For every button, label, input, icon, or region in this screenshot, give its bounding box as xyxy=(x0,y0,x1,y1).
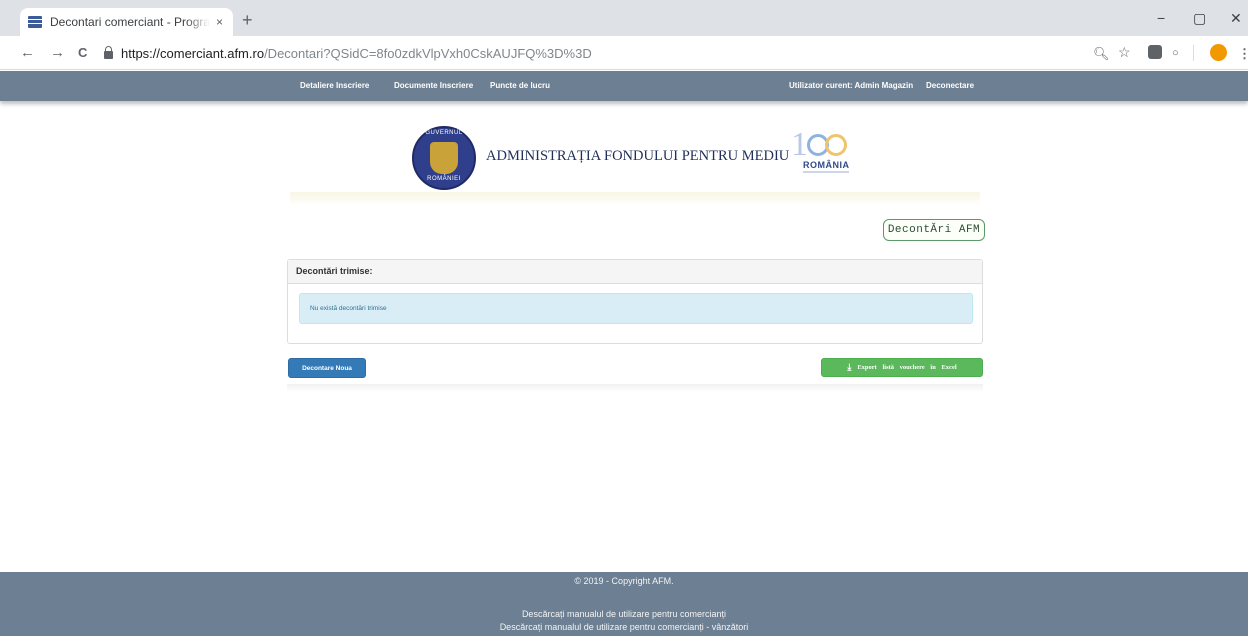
profile-icon[interactable] xyxy=(1210,44,1227,61)
url-path: /Decontari?QSidC=8fo0zdkVlpVxh0CskAUJFQ%… xyxy=(264,45,592,61)
extension-icon[interactable] xyxy=(1148,45,1162,59)
decontari-afm-badge[interactable]: DecontĂri AFM xyxy=(883,219,985,241)
organization-name: ADMINISTRAȚIA FONDULUI PENTRU MEDIU xyxy=(486,148,790,164)
tab-title: Decontari comerciant - Programul xyxy=(50,15,210,29)
crest-top-text: GUVERNUL xyxy=(425,130,463,136)
download-icon: ⤓ xyxy=(847,362,852,373)
maximize-button[interactable]: ▢ xyxy=(1193,10,1206,27)
reload-button[interactable]: C xyxy=(78,45,87,60)
government-crest-logo: GUVERNUL ROMÂNIEI xyxy=(412,126,476,190)
export-excel-button[interactable]: ⤓ Export listă vouchere în Excel xyxy=(821,358,983,377)
nav-documente-inscriere[interactable]: Documente Inscriere xyxy=(394,81,473,90)
new-tab-button[interactable]: + xyxy=(242,10,253,31)
empty-info-alert: Nu există decontări trimise xyxy=(299,293,973,324)
browser-toolbar: ← → C https://comerciant.afm.ro/Decontar… xyxy=(0,36,1248,70)
header-separator xyxy=(290,192,980,206)
romania-100-logo: 1 ROMÂNIA xyxy=(789,128,853,178)
panel-heading: Decontări trimise: xyxy=(288,260,982,284)
menu-icon[interactable]: ⋮ xyxy=(1238,46,1248,62)
site-footer: © 2019 - Copyright AFM. Descărcați manua… xyxy=(0,572,1248,636)
nav-puncte-de-lucru[interactable]: Puncte de lucru xyxy=(490,81,550,90)
address-bar[interactable]: https://comerciant.afm.ro/Decontari?QSid… xyxy=(104,41,1064,65)
close-tab-icon[interactable]: × xyxy=(216,15,223,29)
minimize-button[interactable]: − xyxy=(1157,10,1165,26)
extension-icon[interactable]: ○ xyxy=(1172,47,1179,59)
decontari-panel: Decontări trimise: Nu există decontări t… xyxy=(287,259,983,344)
browser-tab[interactable]: Decontari comerciant - Programul × xyxy=(20,8,233,36)
download-manual-sellers-link[interactable]: Descărcați manualul de utilizare pentru … xyxy=(0,622,1248,632)
back-button[interactable]: ← xyxy=(20,44,35,61)
nav-logout[interactable]: Deconectare xyxy=(926,81,974,90)
download-manual-link[interactable]: Descărcați manualul de utilizare pentru … xyxy=(0,609,1248,619)
crest-bottom-text: ROMÂNIEI xyxy=(427,176,461,182)
nav-current-user[interactable]: Utilizator curent: Admin Magazin xyxy=(789,81,913,90)
forward-button[interactable]: → xyxy=(50,44,65,61)
star-icon[interactable]: ☆ xyxy=(1118,44,1131,61)
logo-subtitle-line xyxy=(803,171,849,173)
logo-country: ROMÂNIA xyxy=(803,160,850,170)
logo-number: 1 xyxy=(791,126,808,163)
close-window-button[interactable]: ✕ xyxy=(1230,10,1242,27)
zoom-icon[interactable]: 🔍︎ xyxy=(1093,46,1110,62)
logo-ring xyxy=(825,134,847,156)
site-navbar: Detaliere Inscriere Documente Inscriere … xyxy=(0,71,1248,101)
lock-icon xyxy=(104,45,113,59)
export-excel-label: Export listă vouchere în Excel xyxy=(857,364,957,371)
toolbar-divider xyxy=(1193,45,1194,61)
coat-of-arms-icon xyxy=(430,142,458,174)
browser-tabstrip: Decontari comerciant - Programul × + − ▢… xyxy=(0,0,1248,36)
new-decontare-button[interactable]: Decontare Noua xyxy=(288,358,366,378)
calendar-icon xyxy=(28,16,42,28)
footer-copyright: © 2019 - Copyright AFM. xyxy=(574,576,674,586)
url-host: https://comerciant.afm.ro xyxy=(121,45,265,61)
content-bottom-shadow xyxy=(287,384,983,392)
nav-detaliere-inscriere[interactable]: Detaliere Inscriere xyxy=(300,81,369,90)
